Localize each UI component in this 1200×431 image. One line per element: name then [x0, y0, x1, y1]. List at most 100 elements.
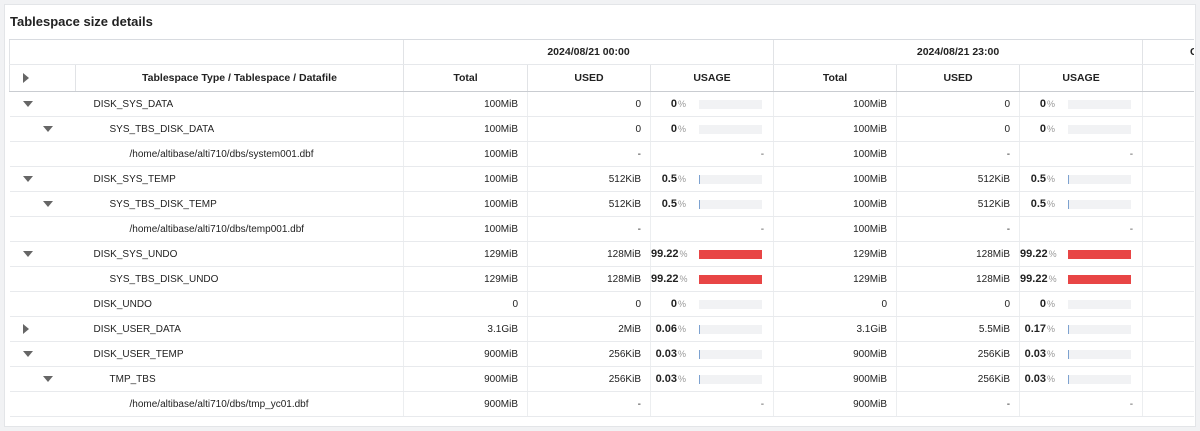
cell-usage-2: 0% [1019, 91, 1143, 117]
usage-bar-fill [699, 275, 762, 284]
row-name: SYS_TBS_DISK_TEMP [75, 191, 404, 217]
cell-used-1: 0 [527, 116, 651, 142]
row-name: /home/altibase/alti710/dbs/system001.dbf [75, 141, 404, 167]
cell-usage-1: 0% [649, 91, 774, 117]
table-row[interactable]: /home/altibase/alti710/dbs/system001.dbf… [9, 141, 1194, 167]
caret-down-icon[interactable] [22, 251, 33, 257]
row-name: /home/altibase/alti710/dbs/temp001.dbf [75, 216, 404, 242]
table-row[interactable]: SYS_TBS_DISK_DATA 100MiB 0 0% 100MiB 0 0% [9, 116, 1194, 142]
row-toggle-cell [9, 216, 76, 242]
row-toggle-cell[interactable] [9, 241, 76, 267]
table-row[interactable]: /home/altibase/alti710/dbs/tmp_yc01.dbf 9… [9, 391, 1194, 417]
caret-down-icon[interactable] [42, 126, 53, 132]
cell-usage-2: - [1019, 391, 1143, 417]
caret-down-icon[interactable] [42, 376, 53, 382]
tablespace-table-wrap[interactable]: 2024/08/21 00:00 2024/08/21 23:00 Chang … [9, 39, 1194, 423]
usage-percent-sign: % [679, 249, 688, 259]
cell-used-1: 256KiB [527, 341, 651, 367]
caret-down-icon[interactable] [42, 201, 53, 207]
caret-down-icon[interactable] [22, 176, 33, 182]
usage-number: 0 [1039, 298, 1047, 310]
cell-total-1: 100MiB [403, 166, 528, 192]
usage-percent-sign: % [677, 374, 686, 384]
col-header-usage-1[interactable]: USAGE [649, 64, 774, 92]
table-row[interactable]: DISK_USER_DATA 3.1GiB 2MiB 0.06% 3.1GiB 5.5Mi… [9, 316, 1194, 342]
cell-used-1: 128MiB [527, 266, 651, 292]
usage-percent-sign: % [677, 324, 686, 334]
usage-number: 99.22 [651, 248, 679, 260]
usage-bar [1068, 350, 1132, 359]
col-header-change[interactable] [1142, 64, 1194, 92]
usage-percent-sign: % [677, 349, 686, 359]
table-row[interactable]: SYS_TBS_DISK_TEMP 100MiB 512KiB 0.5% 100MiB 5… [9, 191, 1194, 217]
table-row[interactable]: DISK_SYS_DATA 100MiB 0 0% 100MiB 0 0% [9, 91, 1194, 117]
cell-change [1142, 241, 1194, 267]
cell-used-1: - [527, 391, 651, 417]
cell-usage-2: - [1019, 216, 1143, 242]
usage-percent-sign: % [677, 199, 686, 209]
row-toggle-cell[interactable] [9, 316, 76, 342]
cell-used-2: 0 [896, 116, 1020, 142]
usage-percent-sign: % [1048, 274, 1057, 284]
col-header-usage-2[interactable]: USAGE [1019, 64, 1143, 92]
row-toggle-cell[interactable] [9, 166, 76, 192]
cell-usage-1: 0% [649, 116, 774, 142]
caret-down-icon[interactable] [22, 101, 33, 107]
table-row[interactable]: DISK_SYS_UNDO 129MiB 128MiB 99.22% 129MiB 128… [9, 241, 1194, 267]
table-row[interactable]: DISK_SYS_TEMP 100MiB 512KiB 0.5% 100MiB 512Ki… [9, 166, 1194, 192]
col-header-used-2[interactable]: USED [896, 64, 1020, 92]
row-toggle-cell[interactable] [9, 341, 76, 367]
cell-total-1: 100MiB [403, 116, 528, 142]
usage-value: 0% [652, 123, 686, 135]
tablespace-table: 2024/08/21 00:00 2024/08/21 23:00 Chang … [9, 39, 1194, 417]
table-row[interactable]: DISK_USER_TEMP 900MiB 256KiB 0.03% 900MiB 256… [9, 341, 1194, 367]
cell-used-2: 512KiB [896, 191, 1020, 217]
caret-down-icon[interactable] [22, 351, 33, 357]
usage-bar [1068, 300, 1132, 309]
usage-bar [699, 375, 762, 384]
table-row[interactable]: TMP_TBS 900MiB 256KiB 0.03% 900MiB 256KiB 0.03… [9, 366, 1194, 392]
cell-usage-2: 99.22% [1019, 266, 1143, 292]
cell-change [1142, 216, 1194, 242]
table-row[interactable]: DISK_UNDO 0 0 0% 0 0 0% [9, 291, 1194, 317]
cell-total-1: 100MiB [403, 91, 528, 117]
col-header-name[interactable]: Tablespace Type / Tablespace / Datafile [75, 64, 404, 92]
cell-change [1142, 316, 1194, 342]
usage-bar-fill [1068, 250, 1131, 259]
cell-change [1142, 91, 1194, 117]
row-toggle-cell[interactable] [9, 366, 76, 392]
usage-number: 99.22 [651, 273, 679, 285]
cell-used-2: 128MiB [896, 241, 1020, 267]
cell-usage-2: 0% [1019, 291, 1143, 317]
row-name: DISK_USER_TEMP [75, 341, 404, 367]
row-toggle-cell [9, 141, 76, 167]
cell-total-1: 900MiB [403, 366, 528, 392]
usage-bar [1068, 275, 1132, 284]
usage-number: 0.5 [1030, 198, 1047, 210]
cell-used-1: - [527, 141, 651, 167]
cell-total-2: 100MiB [773, 91, 897, 117]
expand-all-toggle[interactable] [9, 64, 76, 92]
cell-used-1: - [527, 216, 651, 242]
col-header-total-1[interactable]: Total [403, 64, 528, 92]
usage-number: 0.17 [1024, 323, 1047, 335]
cell-usage-2: 0.03% [1019, 366, 1143, 392]
row-toggle-cell[interactable] [9, 116, 76, 142]
caret-right-icon[interactable] [22, 324, 29, 334]
col-header-used-1[interactable]: USED [527, 64, 651, 92]
cell-used-1: 2MiB [527, 316, 651, 342]
row-toggle-cell[interactable] [9, 91, 76, 117]
cell-used-1: 128MiB [527, 241, 651, 267]
usage-bar [699, 250, 762, 259]
usage-number: 0.03 [655, 373, 677, 385]
cell-total-2: 3.1GiB [773, 316, 897, 342]
usage-percent-sign: % [677, 99, 686, 109]
table-row[interactable]: SYS_TBS_DISK_UNDO 129MiB 128MiB 99.22% 129Mi… [9, 266, 1194, 292]
usage-value: 0% [652, 298, 686, 310]
table-row[interactable]: /home/altibase/alti710/dbs/temp001.dbf 10… [9, 216, 1194, 242]
table-body: DISK_SYS_DATA 100MiB 0 0% 100MiB 0 0% SYS_TBS_D… [9, 91, 1194, 417]
col-header-total-2[interactable]: Total [773, 64, 897, 92]
cell-usage-2: - [1019, 141, 1143, 167]
row-toggle-cell[interactable] [9, 191, 76, 217]
usage-percent-sign: % [1047, 349, 1056, 359]
